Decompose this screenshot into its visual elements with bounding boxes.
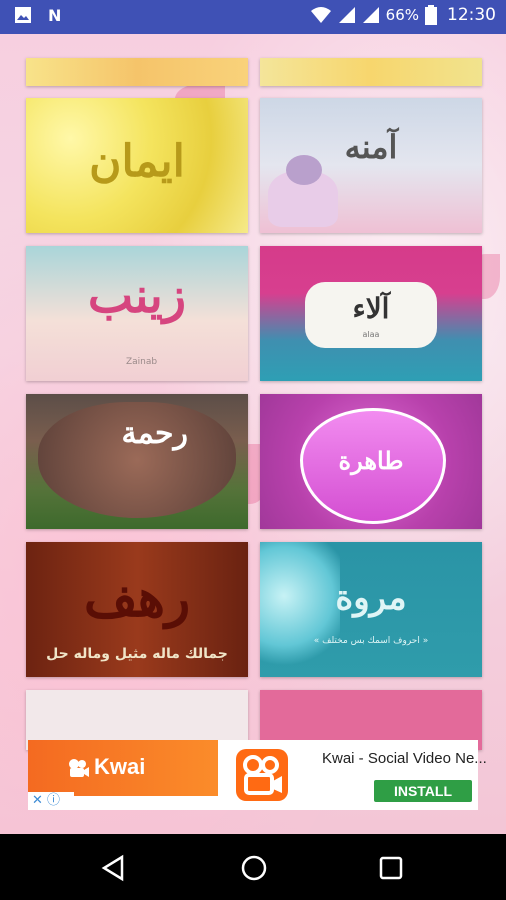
wifi-icon: [310, 7, 331, 23]
name-subtext: alaa: [362, 330, 380, 339]
baby-illustration: [268, 155, 338, 227]
name-card[interactable]: زينب Zainab: [26, 246, 248, 381]
name-card[interactable]: طاهرة: [260, 394, 482, 529]
name-text: آمنه: [344, 128, 398, 166]
name-text: مروة: [335, 578, 407, 618]
name-card[interactable]: [260, 58, 482, 86]
battery-percent: 66%: [385, 6, 419, 24]
name-text: زينب: [87, 268, 187, 324]
name-card[interactable]: [26, 58, 248, 86]
name-text: ايمان: [89, 136, 185, 187]
app-logo[interactable]: [222, 741, 302, 807]
kwai-logo-icon: [236, 749, 288, 801]
name-card[interactable]: ايمان: [26, 98, 248, 233]
home-icon[interactable]: [240, 854, 268, 882]
adchoices-icon[interactable]: ✕ ⓘ: [28, 792, 74, 810]
name-subtext: Zainab: [126, 357, 158, 367]
ad-brand-panel[interactable]: Kwai: [28, 740, 218, 796]
image-icon: [15, 7, 31, 23]
back-icon[interactable]: [100, 854, 128, 882]
name-text: آلاء: [352, 292, 390, 325]
n-app-icon: N: [48, 6, 61, 24]
ad-title[interactable]: Kwai - Social Video Ne...: [322, 750, 487, 767]
name-card[interactable]: آمنه: [260, 98, 482, 233]
name-text: رحمة: [121, 416, 188, 451]
status-bar: N 66% 12:30: [0, 0, 506, 34]
recents-icon[interactable]: [377, 854, 405, 882]
ad-brand-name: Kwai: [94, 754, 146, 779]
name-subtext: « احروف اسمك بس مختلف »: [313, 636, 429, 646]
name-subtext: جمالك ماله مثيل وماله حل: [46, 646, 228, 662]
clock: 12:30: [447, 5, 496, 25]
camera-icon: [69, 759, 89, 777]
name-card[interactable]: رهف جمالك ماله مثيل وماله حل: [26, 542, 248, 677]
name-card[interactable]: آلاء alaa: [260, 246, 482, 381]
signal-icon: [362, 7, 379, 23]
content-area[interactable]: ايمان آمنه زينب Zainab آلاء alaa رحمة طا…: [0, 34, 506, 834]
navigation-bar: [0, 834, 506, 900]
svg-text:N: N: [48, 6, 61, 24]
signal-icon: [338, 7, 355, 23]
install-button[interactable]: INSTALL: [374, 780, 472, 802]
name-card[interactable]: رحمة: [26, 394, 248, 529]
battery-icon: [425, 5, 437, 25]
name-text: طاهرة: [338, 446, 404, 475]
name-text: رهف: [83, 568, 191, 629]
name-card[interactable]: مروة « احروف اسمك بس مختلف »: [260, 542, 482, 677]
ad-banner[interactable]: Kwai Kwai - Social Video Ne... INSTALL ✕…: [28, 740, 487, 810]
